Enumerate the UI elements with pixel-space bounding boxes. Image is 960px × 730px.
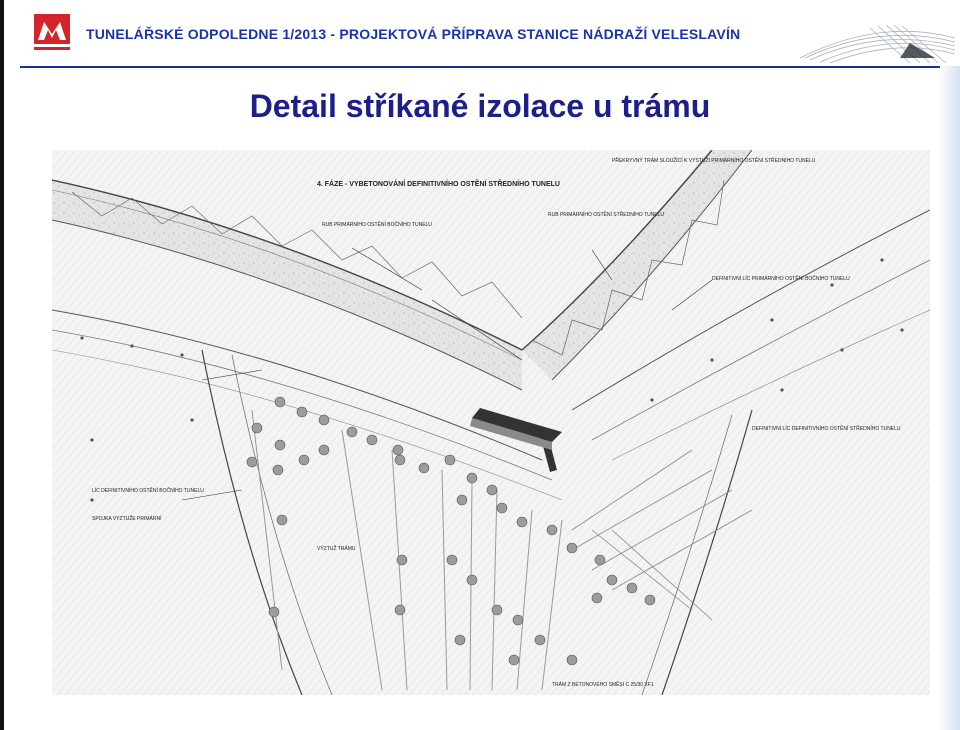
drawing-label-side-def: DEFINITIVNÍ LÍC PRIMÁRNÍHO OSTĚNÍ BOČNÍH…: [712, 274, 850, 282]
header-decoration-icon: [760, 8, 960, 68]
drawing-label-primary-side: RUB PRIMÁRNÍHO OSTĚNÍ BOČNÍHO TUNELU: [322, 220, 432, 228]
drawing-label-secondary-mid: DEFINITIVNÍ LÍC DEFINITIVNÍHO OSTĚNÍ STŘ…: [752, 424, 901, 432]
technical-drawing-svg: 4. FÁZE - VYBETONOVÁNÍ DEFINITIVNÍHO OST…: [52, 150, 930, 695]
header-divider: [20, 66, 940, 68]
drawing-label-side-note: LÍC DEFINITIVNÍHO OSTĚNÍ BOČNÍHO TUNELU: [92, 486, 204, 494]
slide-edge-gradient: [938, 66, 960, 730]
drawing-label-drain: SPOJKA VÝZTUŽE PRIMÁRNÍ: [92, 514, 162, 522]
drawing-label-stirrups: VÝZTUŽ TRÁMU: [317, 544, 356, 552]
drawing-label-bottom-note: TRÁM Z BETONOVÉHO SMĚSI C 25/30 XF1: [552, 680, 654, 688]
header-title: TUNELÁŘSKÉ ODPOLEDNE 1/2013 - PROJEKTOVÁ…: [86, 26, 741, 42]
company-logo: [34, 14, 70, 54]
drawing-label-mid-top: PŘEKRYVNÝ TRÁM SLOUŽÍCÍ K VÝSTUŽI PRIMÁR…: [612, 156, 816, 164]
slide-title: Detail stříkané izolace u trámu: [249, 88, 711, 124]
slide-header: TUNELÁŘSKÉ ODPOLEDNE 1/2013 - PROJEKTOVÁ…: [0, 0, 960, 72]
technical-drawing: 4. FÁZE - VYBETONOVÁNÍ DEFINITIVNÍHO OST…: [52, 150, 930, 695]
drawing-label-primary-mid: RUB PRIMÁRNÍHO OSTĚNÍ STŘEDNÍHO TUNELU: [548, 210, 664, 218]
drawing-label-phase: 4. FÁZE - VYBETONOVÁNÍ DEFINITIVNÍHO OST…: [317, 179, 560, 188]
